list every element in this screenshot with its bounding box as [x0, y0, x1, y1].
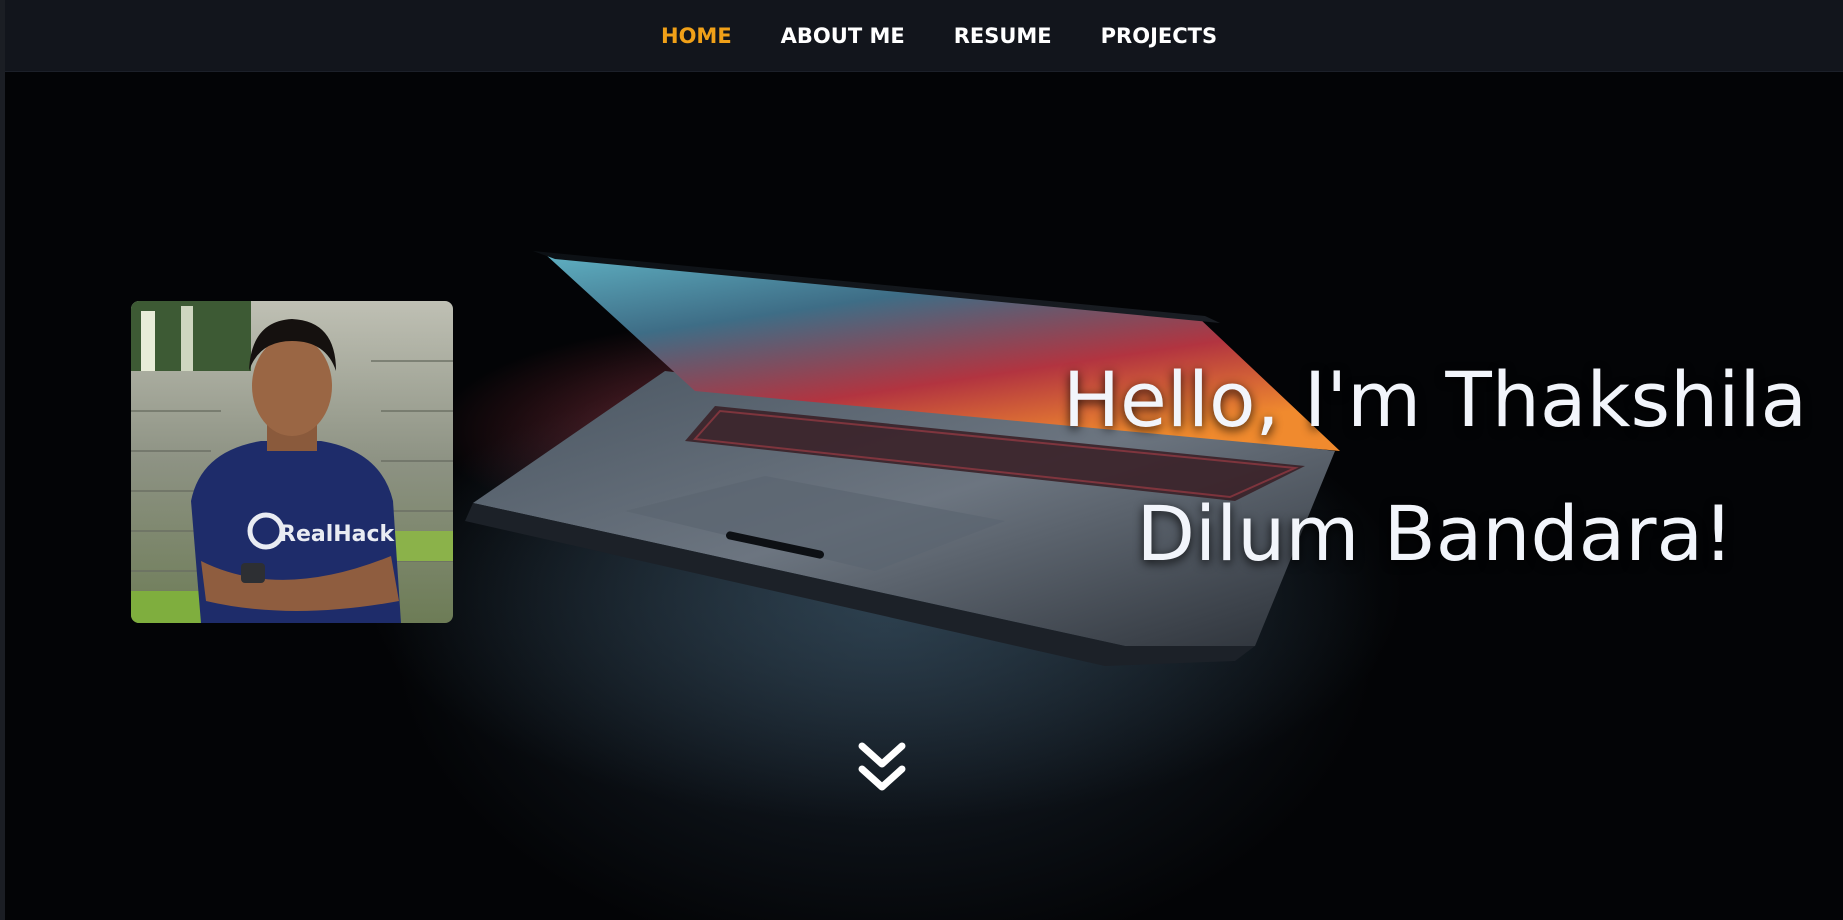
nav-home-link[interactable]: HOME	[661, 24, 732, 48]
double-chevron-down-icon[interactable]	[857, 741, 907, 797]
headline-line-2: Dilum Bandara!	[1136, 489, 1734, 578]
navbar: HOME ABOUT ME RESUME PROJECTS	[0, 0, 1843, 72]
headline-line-1: Hello, I'm Thakshila	[1062, 355, 1808, 444]
profile-photo: RealHack	[131, 301, 453, 623]
nav-resume-link[interactable]: RESUME	[954, 24, 1052, 48]
hero-section: RealHack Hello, I'm Thakshila Dilum Band…	[5, 71, 1843, 920]
nav-links: HOME ABOUT ME RESUME PROJECTS	[661, 0, 1266, 71]
hero-headline: Hello, I'm Thakshila Dilum Bandara!	[1045, 333, 1825, 601]
window-edge	[0, 0, 5, 920]
nav-projects-link[interactable]: PROJECTS	[1101, 24, 1217, 48]
shirt-logo-text: RealHack	[279, 522, 396, 547]
nav-about-link[interactable]: ABOUT ME	[781, 24, 905, 48]
page: HOME ABOUT ME RESUME PROJECTS RealHack H…	[0, 0, 1843, 920]
